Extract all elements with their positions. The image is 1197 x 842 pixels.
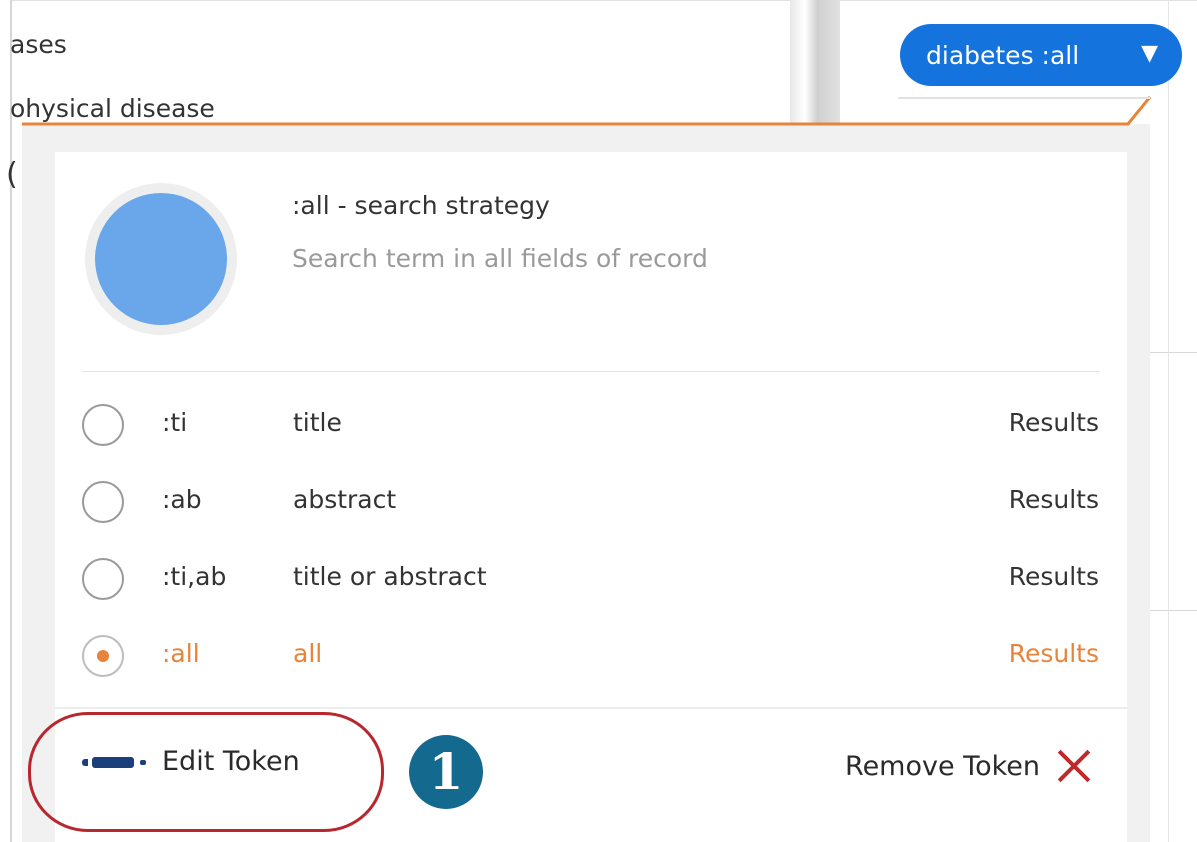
option-label: all <box>293 639 323 668</box>
chevron-down-icon[interactable]: ▼ <box>1141 41 1158 66</box>
background-list-clip: ases ohysical disease <box>0 0 260 125</box>
search-token-pill[interactable]: diabetes :all ▼ <box>900 24 1182 86</box>
token-underline <box>898 97 1150 99</box>
option-code: :ti,ab <box>162 562 227 591</box>
radio-button[interactable] <box>82 481 124 523</box>
divider <box>1150 610 1197 611</box>
radio-button[interactable] <box>82 558 124 600</box>
background-list-item[interactable]: ohysical disease <box>10 94 215 123</box>
highlight-ellipse <box>28 712 384 832</box>
results-link[interactable]: Results <box>1009 639 1099 668</box>
close-icon[interactable] <box>1056 748 1092 784</box>
results-link[interactable]: Results <box>1009 562 1099 591</box>
divider <box>1150 352 1197 353</box>
divider <box>55 707 1127 709</box>
option-code: :ti <box>162 408 188 437</box>
radio-dot <box>97 650 109 662</box>
option-code: :all <box>162 639 200 668</box>
option-code: :ab <box>162 485 202 514</box>
token-label: diabetes :all <box>926 40 1080 70</box>
results-link[interactable]: Results <box>1009 408 1099 437</box>
option-row-all[interactable]: :all all Results <box>0 627 1197 687</box>
remove-token-button[interactable]: Remove Token <box>845 748 1092 784</box>
radio-button-selected[interactable] <box>82 635 124 677</box>
divider <box>82 371 1100 372</box>
option-label: title or abstract <box>293 562 487 591</box>
remove-token-label: Remove Token <box>845 750 1040 782</box>
strategy-title: :all - search strategy <box>292 191 550 220</box>
option-row-ab[interactable]: :ab abstract Results <box>0 473 1197 533</box>
strategy-description: Search term in all fields of record <box>292 244 708 273</box>
option-label: abstract <box>293 485 397 514</box>
radio-button[interactable] <box>82 404 124 446</box>
option-row-ti-ab[interactable]: :ti,ab title or abstract Results <box>0 550 1197 610</box>
strategy-icon <box>85 183 237 335</box>
step-callout-badge: 1 <box>409 735 483 809</box>
option-row-ti[interactable]: :ti title Results <box>0 396 1197 456</box>
background-list-item[interactable]: ases <box>10 30 67 59</box>
scrollbar[interactable] <box>790 0 840 125</box>
option-label: title <box>293 408 342 437</box>
background-partial-glyph: ( <box>6 157 18 192</box>
strategy-icon-fill <box>95 193 227 325</box>
results-link[interactable]: Results <box>1009 485 1099 514</box>
